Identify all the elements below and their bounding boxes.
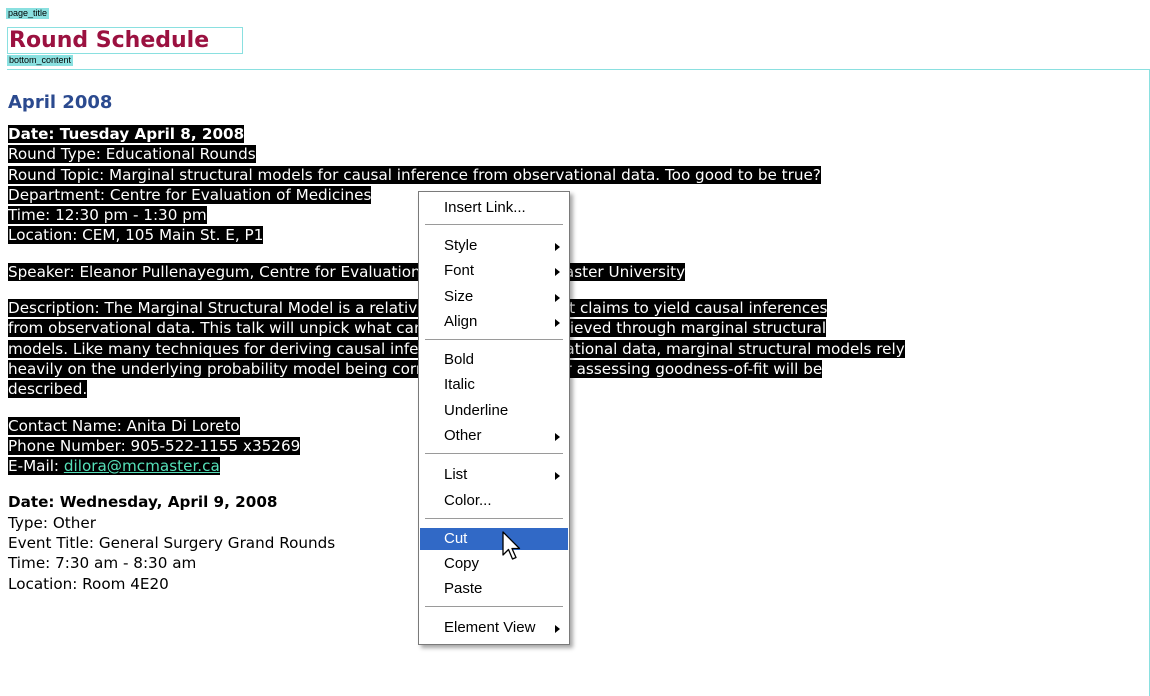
menu-item-label: List <box>444 466 468 483</box>
menu-item-list[interactable]: List <box>420 464 568 486</box>
menu-item-size[interactable]: Size <box>420 286 568 308</box>
submenu-arrow-icon <box>555 243 560 251</box>
submenu-arrow-icon <box>555 294 560 302</box>
bottom-content-region-tag: bottom_content <box>7 55 74 66</box>
bottom-content-region-top-border <box>7 69 1150 70</box>
event-speaker: Speaker: Eleanor Pullenayegum, Centre fo… <box>8 262 686 281</box>
submenu-arrow-icon <box>555 472 560 480</box>
event-wednesday: Date: Wednesday, April 9, 2008 Type: Oth… <box>8 492 1150 593</box>
menu-item-label: Copy <box>444 555 480 572</box>
event-email-row: E-Mail: dilora@mcmaster.ca <box>8 457 220 476</box>
menu-item-label: Cut <box>444 530 468 547</box>
menu-item-bold[interactable]: Bold <box>420 349 568 371</box>
menu-item-insert-link[interactable]: Insert Link... <box>420 197 568 219</box>
menu-item-label: Insert Link... <box>444 199 526 216</box>
menu-item-label: Element View <box>444 619 536 636</box>
menu-item-label: Other <box>444 427 482 444</box>
menu-item-label: Italic <box>444 376 475 393</box>
event-location: Location: Room 4E20 <box>8 574 169 593</box>
description-line: heavily on the underlying probability mo… <box>8 359 823 378</box>
menu-item-label: Color... <box>444 492 492 509</box>
event-description: Description: The Marginal Structural Mod… <box>8 298 1150 399</box>
event-department: Department: Centre for Evaluation of Med… <box>8 185 372 204</box>
menu-item-copy[interactable]: Copy <box>420 553 568 575</box>
bottom-content[interactable]: April 2008 Date: Tuesday April 8, 2008 R… <box>8 91 1150 594</box>
menu-item-cut[interactable]: Cut <box>420 528 568 550</box>
event-time: Time: 7:30 am - 8:30 am <box>8 554 197 573</box>
menu-item-align[interactable]: Align <box>420 311 568 333</box>
submenu-arrow-icon <box>555 319 560 327</box>
menu-item-label: Font <box>444 262 475 279</box>
menu-item-other[interactable]: Other <box>420 425 568 447</box>
submenu-arrow-icon <box>555 433 560 441</box>
context-menu[interactable]: Insert Link... Style Font Size Align Bol… <box>418 191 570 645</box>
event-date: Date: Wednesday, April 9, 2008 <box>8 493 278 512</box>
menu-separator <box>425 518 563 519</box>
menu-item-underline[interactable]: Underline <box>420 400 568 422</box>
event-contact-name: Contact Name: Anita Di Loreto <box>8 416 240 435</box>
menu-item-paste[interactable]: Paste <box>420 578 568 600</box>
event-round-type: Round Type: Educational Rounds <box>8 145 256 164</box>
event-tuesday: Date: Tuesday April 8, 2008 Round Type: … <box>8 124 1150 476</box>
menu-separator <box>425 224 563 225</box>
menu-item-label: Underline <box>444 402 509 419</box>
menu-item-label: Align <box>444 313 478 330</box>
event-date: Date: Tuesday April 8, 2008 <box>8 125 245 143</box>
menu-item-element-view[interactable]: Element View <box>420 617 568 639</box>
event-title: Event Title: General Surgery Grand Round… <box>8 534 336 553</box>
menu-item-style[interactable]: Style <box>420 235 568 257</box>
menu-item-label: Size <box>444 288 474 305</box>
event-round-topic: Round Topic: Marginal structural models … <box>8 165 821 184</box>
menu-item-label: Style <box>444 237 478 254</box>
page-title-region-tag: page_title <box>6 8 50 19</box>
submenu-arrow-icon <box>555 625 560 633</box>
event-phone: Phone Number: 905-522-1155 x35269 <box>8 436 301 455</box>
event-email-link[interactable]: dilora@mcmaster.ca <box>64 457 220 475</box>
description-line: described. <box>8 380 88 399</box>
menu-separator <box>425 606 563 607</box>
menu-item-font[interactable]: Font <box>420 260 568 282</box>
mouse-pointer-icon <box>502 531 521 560</box>
menu-item-label: Paste <box>444 580 483 597</box>
event-type: Type: Other <box>8 513 96 532</box>
event-email-label: E-Mail: <box>8 457 64 476</box>
menu-separator <box>425 339 563 340</box>
menu-item-color[interactable]: Color... <box>420 490 568 512</box>
menu-item-label: Bold <box>444 351 475 368</box>
submenu-arrow-icon <box>555 268 560 276</box>
month-heading: April 2008 <box>8 92 113 113</box>
event-location: Location: CEM, 105 Main St. E, P1 <box>8 226 264 245</box>
event-time: Time: 12:30 pm - 1:30 pm <box>8 206 207 225</box>
page-title: Round Schedule <box>9 28 210 53</box>
menu-item-italic[interactable]: Italic <box>420 374 568 396</box>
menu-separator <box>425 453 563 454</box>
